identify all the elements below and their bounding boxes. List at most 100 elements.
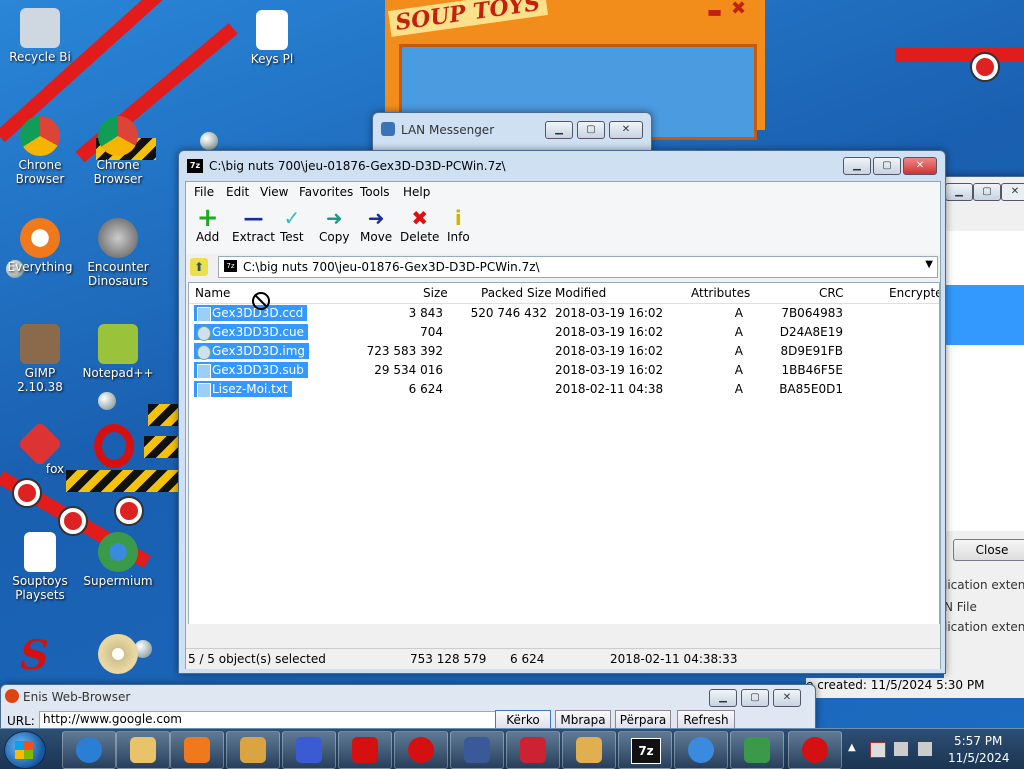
network-icon[interactable] xyxy=(894,742,908,756)
lan-maximize-button[interactable]: ▢ xyxy=(577,121,605,139)
back-button[interactable]: Mbrapa xyxy=(555,710,611,730)
file-modified: 2018-03-19 16:02 xyxy=(555,363,664,377)
file-icon xyxy=(24,532,56,572)
col-size[interactable]: Size xyxy=(423,286,448,300)
clock-time[interactable]: 5:57 PM xyxy=(954,734,1002,748)
copy-button[interactable]: ➜ Copy xyxy=(319,206,349,244)
lan-messenger-window[interactable]: LAN Messenger ▁ ▢ ✕ xyxy=(372,112,652,154)
desktop-icon-everything[interactable]: Everything xyxy=(0,218,80,274)
taskbar-button-game[interactable] xyxy=(506,731,560,769)
list-header: Name Size Packed Size Modified Attribute… xyxy=(189,283,939,304)
taskbar-button-7zip[interactable]: 7z xyxy=(618,731,672,769)
taskbar-button-explorer[interactable] xyxy=(116,731,170,769)
desktop-icon-recycle-bin[interactable]: Recycle Bi xyxy=(0,8,80,64)
refresh-button[interactable]: Refresh xyxy=(677,710,735,730)
lan-close-button[interactable]: ✕ xyxy=(609,121,643,139)
address-input[interactable]: 7z C:\big nuts 700\jeu-01876-Gex3D-D3D-P… xyxy=(218,256,938,278)
explorer-icon xyxy=(130,737,156,763)
souptoys-minimize-button[interactable]: ▬ xyxy=(707,2,722,21)
browser-minimize-button[interactable]: ▁ xyxy=(709,689,737,707)
dialog-selected-row[interactable] xyxy=(945,285,1024,345)
taskbar-button-paint[interactable] xyxy=(226,731,280,769)
file-size: 29 534 016 xyxy=(374,363,443,377)
col-name[interactable]: Name xyxy=(195,286,230,300)
taskbar-button-opera[interactable] xyxy=(394,731,448,769)
dialog-close-x-button[interactable]: ✕ xyxy=(1001,183,1024,201)
table-row[interactable]: Lisez-Moi.txt 6 624 2018-02-11 04:38 A BA85E… xyxy=(189,380,939,399)
desktop-icon-chrone-browser-2[interactable]: Chrone Browser xyxy=(78,116,158,186)
menu-view[interactable]: View xyxy=(260,185,288,199)
disc-icon[interactable] xyxy=(98,634,138,674)
taskbar-button-chrome[interactable] xyxy=(674,731,728,769)
col-modified[interactable]: Modified xyxy=(555,286,606,300)
table-row[interactable]: Gex3DD3D.sub 29 534 016 2018-03-19 16:02 A 1… xyxy=(189,361,939,380)
action-center-icon[interactable] xyxy=(870,742,886,758)
extract-button[interactable]: — Extract xyxy=(232,206,275,244)
minimize-button[interactable]: ▁ xyxy=(843,157,871,175)
desktop-icon-keys[interactable]: Keys Pl xyxy=(232,10,312,66)
col-attributes[interactable]: Attributes xyxy=(691,286,750,300)
search-button[interactable]: Kërko xyxy=(495,710,551,730)
menu-tools[interactable]: Tools xyxy=(360,185,390,199)
move-button[interactable]: ➜ Move xyxy=(360,206,392,244)
col-crc[interactable]: CRC xyxy=(819,286,844,300)
status-selected-size: 6 624 xyxy=(510,652,545,666)
souptoys-window: SOUP TOYS ▬ ✖ xyxy=(385,0,765,140)
web-browser-window: Enis Web-Browser ▁ ▢ ✕ URL: http://www.g… xyxy=(0,684,816,732)
close-button[interactable]: ✕ xyxy=(903,157,937,175)
7zip-icon: 7z xyxy=(631,738,661,764)
taskbar-button-bird[interactable] xyxy=(282,731,336,769)
close-button[interactable]: Close xyxy=(953,539,1024,561)
lan-messenger-icon xyxy=(381,122,395,136)
taskbar-button-messenger[interactable] xyxy=(730,731,784,769)
start-button[interactable] xyxy=(4,731,46,769)
url-input[interactable]: http://www.google.com xyxy=(39,711,496,729)
forward-button[interactable]: Përpara xyxy=(615,710,671,730)
lan-minimize-button[interactable]: ▁ xyxy=(545,121,573,139)
menu-help[interactable]: Help xyxy=(403,185,430,199)
chevron-up-icon[interactable]: ▲ xyxy=(848,742,862,756)
souptoys-close-button[interactable]: ✖ xyxy=(731,0,746,19)
clock-date[interactable]: 11/5/2024 xyxy=(948,751,1010,765)
desktop-icon-supermium[interactable]: Supermium xyxy=(78,532,158,588)
desktop-icon-souptoys-playsets[interactable]: Souptoys Playsets xyxy=(0,532,80,602)
taskbar-button-souptoys[interactable] xyxy=(338,731,392,769)
volume-muted-icon[interactable] xyxy=(918,742,932,756)
menu-file[interactable]: File xyxy=(194,185,214,199)
desktop-icon-gimp[interactable]: GIMP 2.10.38 xyxy=(0,324,80,394)
dialog-minimize-button[interactable]: ▁ xyxy=(945,183,973,201)
file-crc: D24A8E19 xyxy=(779,325,843,339)
table-row[interactable]: Gex3DD3D.cue 704 2018-03-19 16:02 A D24A8E19 xyxy=(189,323,939,342)
col-packed-size[interactable]: Packed Size xyxy=(481,286,552,300)
opera-icon[interactable] xyxy=(94,424,134,468)
maximize-button[interactable]: ▢ xyxy=(873,157,901,175)
taskbar-button-media[interactable] xyxy=(170,731,224,769)
col-encrypted[interactable]: Encrypte xyxy=(889,286,939,300)
menu-edit[interactable]: Edit xyxy=(226,185,249,199)
taskbar-button-ie[interactable] xyxy=(62,731,116,769)
browser-maximize-button[interactable]: ▢ xyxy=(741,689,769,707)
desktop-icon-firefox[interactable]: fox xyxy=(0,421,80,476)
toolbar: + Add — Extract ✓ Test ➜ Copy ➜ Move ✖ D… xyxy=(186,202,940,254)
title-bar[interactable]: 7z C:\big nuts 700\jeu-01876-Gex3D-D3D-P… xyxy=(179,151,945,181)
souptoys-logo-icon[interactable]: S xyxy=(20,632,49,679)
delete-button[interactable]: ✖ Delete xyxy=(400,206,439,244)
table-row[interactable]: Gex3DD3D.ccd 3 843 520 746 432 2018-03-19 1… xyxy=(189,304,939,323)
info-button[interactable]: i Info xyxy=(447,206,470,244)
file-attributes: A xyxy=(734,344,743,358)
add-button[interactable]: + Add xyxy=(196,205,219,244)
desktop-icon-notepadpp[interactable]: Notepad++ xyxy=(78,324,158,380)
test-button[interactable]: ✓ Test xyxy=(280,206,304,244)
menu-favorites[interactable]: Favorites xyxy=(299,185,353,199)
desktop-icon-encounter-dinosaurs[interactable]: Encounter Dinosaurs xyxy=(78,218,158,288)
desktop-icon-chrone-browser-1[interactable]: Chrone Browser xyxy=(0,116,80,186)
browser-close-button[interactable]: ✕ xyxy=(773,689,801,707)
up-folder-icon[interactable]: ⬆ xyxy=(190,258,208,276)
chevron-down-icon[interactable]: ▼ xyxy=(925,259,933,270)
taskbar-button-facebook[interactable] xyxy=(450,731,504,769)
taskbar-button-apple[interactable] xyxy=(788,731,842,769)
table-row[interactable]: Gex3DD3D.img 723 583 392 2018-03-19 16:02 A… xyxy=(189,342,939,361)
dialog-maximize-button[interactable]: ▢ xyxy=(973,183,1001,201)
taskbar-button-paint2[interactable] xyxy=(562,731,616,769)
splitter xyxy=(186,624,940,648)
